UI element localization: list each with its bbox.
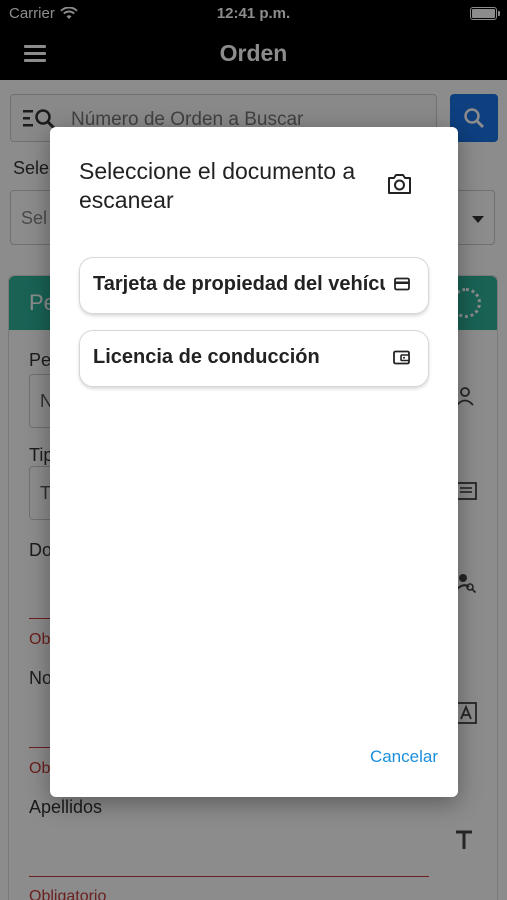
scan-document-dialog: Seleccione el documento a escanear Tarje… xyxy=(50,127,458,797)
wallet-icon xyxy=(393,350,410,365)
cancel-button[interactable]: Cancelar xyxy=(370,747,438,767)
option-label: Tarjeta de propiedad del vehículo xyxy=(93,273,385,295)
option-label: Licencia de conducción xyxy=(93,346,320,368)
camera-icon[interactable] xyxy=(387,173,412,195)
option-drivers-license[interactable]: Licencia de conducción xyxy=(79,330,429,387)
dialog-title: Seleccione el documento a escanear xyxy=(79,158,356,213)
option-vehicle-registration[interactable]: Tarjeta de propiedad del vehículo xyxy=(79,257,429,314)
card-icon xyxy=(394,277,410,291)
